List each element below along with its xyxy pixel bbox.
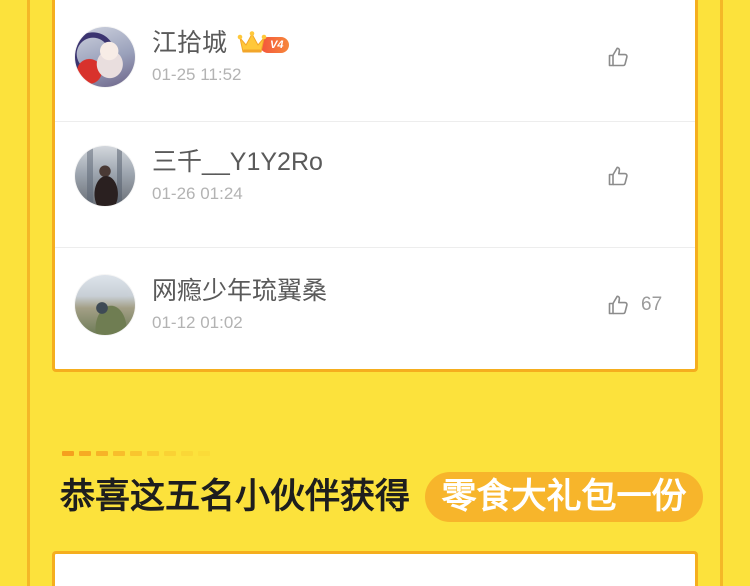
dash	[181, 451, 193, 456]
decorative-dashes	[62, 451, 215, 456]
user-name[interactable]: 网瘾少年琉翼桑	[152, 276, 327, 306]
user-avatar[interactable]	[75, 27, 135, 87]
like-button[interactable]	[606, 45, 630, 69]
comment-item[interactable]: 江拾城 V4 01-25 11:52	[55, 25, 695, 89]
user-name[interactable]: 三千__Y1Y2Ro	[152, 147, 323, 177]
dash	[198, 451, 210, 456]
comment-time: 01-25 11:52	[152, 65, 242, 84]
user-avatar[interactable]	[75, 275, 135, 335]
comment-time: 01-26 01:24	[152, 184, 243, 203]
comment-time: 01-12 01:02	[152, 313, 243, 332]
panel-border-left	[27, 0, 30, 586]
panel-border-right	[720, 0, 723, 586]
dash	[164, 451, 176, 456]
name-line: 网瘾少年琉翼桑	[152, 276, 327, 306]
dash	[79, 451, 91, 456]
name-line: 三千__Y1Y2Ro	[152, 147, 323, 177]
next-card	[52, 551, 698, 586]
comment-item[interactable]: 三千__Y1Y2Ro 01-26 01:24	[55, 144, 695, 208]
dash	[130, 451, 142, 456]
user-name[interactable]: 江拾城	[152, 28, 227, 58]
thumbs-up-icon[interactable]	[606, 164, 630, 188]
dash	[113, 451, 125, 456]
thumbs-up-icon[interactable]	[606, 293, 630, 317]
prize-pill: 零食大礼包一份	[425, 472, 703, 522]
dash	[62, 451, 74, 456]
like-button[interactable]	[606, 164, 630, 188]
dash	[147, 451, 159, 456]
crown-icon	[237, 31, 267, 53]
comment-list-card: 江拾城 V4 01-25 11:52 三千__Y1Y2Ro 01-26 01:2…	[52, 0, 698, 372]
dash	[96, 451, 108, 456]
row-divider	[55, 121, 695, 122]
comment-item[interactable]: 网瘾少年琉翼桑 01-12 01:02 67	[55, 273, 695, 337]
user-avatar[interactable]	[75, 146, 135, 206]
thumbs-up-icon[interactable]	[606, 45, 630, 69]
like-button[interactable]: 67	[606, 293, 662, 317]
winners-heading: 恭喜这五名小伙伴获得	[60, 477, 411, 516]
name-line: 江拾城 V4	[152, 28, 290, 58]
like-count[interactable]: 67	[641, 293, 662, 317]
row-divider	[55, 247, 695, 248]
